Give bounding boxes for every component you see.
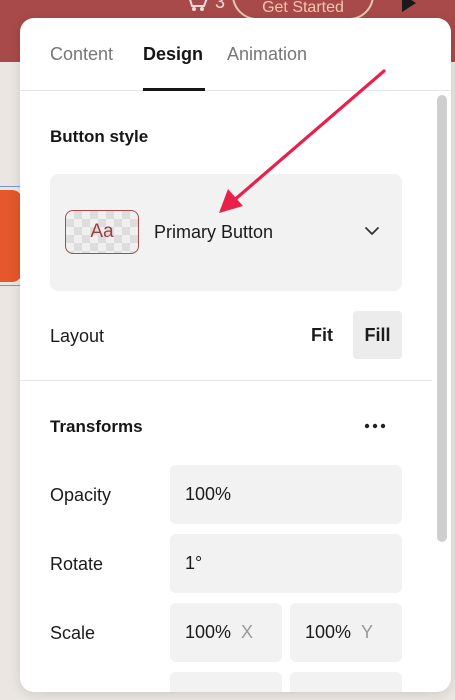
scale-x-value: 100% — [185, 622, 232, 642]
tab-design[interactable]: Design — [143, 44, 203, 65]
swatch-label: Aa — [90, 221, 114, 242]
scale-x-input[interactable]: 100% X — [170, 603, 282, 662]
button-style-swatch: Aa — [65, 210, 139, 254]
layout-fit-option[interactable]: Fit — [300, 311, 344, 359]
cart-icon[interactable] — [183, 0, 209, 12]
more-horizontal-icon[interactable] — [358, 414, 392, 438]
scale-y-axis-label: Y — [361, 622, 374, 642]
scale-y-input[interactable]: 100% Y — [290, 603, 402, 662]
opacity-label: Opacity — [50, 485, 112, 505]
panel-scrollbar[interactable] — [435, 91, 451, 692]
scale-x-axis-label: X — [241, 622, 254, 642]
opacity-value: 100% — [185, 484, 232, 504]
button-style-heading: Button style — [50, 127, 149, 146]
section-divider — [20, 380, 432, 381]
layout-fill-option[interactable]: Fill — [353, 311, 402, 359]
scale-y-value: 100% — [305, 622, 352, 642]
transforms-heading: Transforms — [50, 417, 143, 436]
selected-button-style: Primary Button — [154, 222, 274, 242]
panel-tabs: Content Design Animation — [20, 18, 451, 91]
button-style-dropdown[interactable]: Aa Primary Button — [50, 174, 402, 291]
opacity-input[interactable]: 100% — [170, 465, 402, 524]
design-panel: Content Design Animation Button style Aa… — [20, 18, 451, 692]
rotate-value: 1° — [185, 553, 203, 573]
play-icon[interactable] — [402, 0, 416, 12]
scrollbar-thumb[interactable] — [437, 95, 447, 542]
cart-count: 3 — [215, 0, 226, 12]
layout-label: Layout — [50, 326, 105, 346]
chevron-down-icon — [365, 227, 379, 235]
scale-label: Scale — [50, 623, 96, 643]
rotate-label: Rotate — [50, 554, 104, 574]
rotate-input[interactable]: 1° — [170, 534, 402, 593]
active-tab-indicator — [143, 88, 205, 91]
next-row-input-left[interactable] — [170, 672, 282, 692]
tab-animation[interactable]: Animation — [227, 44, 307, 65]
next-row-input-right[interactable] — [290, 672, 402, 692]
get-started-button[interactable]: Get Started — [232, 0, 374, 20]
tab-content[interactable]: Content — [50, 44, 113, 65]
